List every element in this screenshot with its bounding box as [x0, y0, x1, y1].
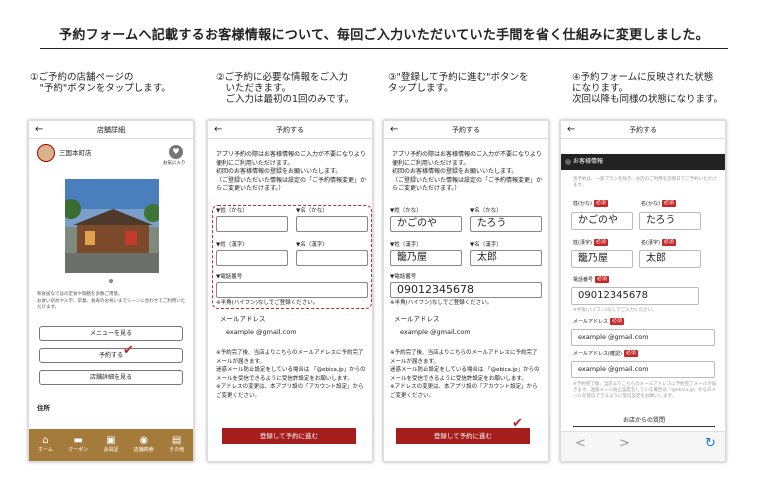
phone-input[interactable]: 09012345678: [390, 282, 542, 298]
sei-kanji-label: ▼姓（漢字）: [390, 242, 422, 248]
mei-kanji-label: ▼名（漢字）: [470, 242, 502, 248]
sei-kana-label: ▼姓（かな）: [216, 208, 248, 214]
reserve-header: ← 予約する: [208, 121, 372, 139]
phone-reflected-form: ← 予約する お客様情報 皆予約は、一部プランを除き、お店のご利用を説明日でご予…: [560, 120, 726, 462]
info-dot-icon: [565, 159, 571, 165]
sei-kanji-input[interactable]: 籠乃屋: [571, 250, 633, 268]
phone-label: 電話番号 必須: [573, 276, 610, 283]
step-2-caption: ②ご予約に必要な情報をご入力 いただきます。 ご入力は最初の1回のみです。: [216, 72, 355, 105]
step-1-caption: ①ご予約の店舗ページの "予約"ボタンをタップします。: [30, 72, 171, 94]
sei-kana-input[interactable]: かごのや: [390, 216, 462, 232]
mei-kana-input[interactable]: たろう: [470, 216, 542, 232]
register-submit-button[interactable]: 登録して予約に進む: [396, 428, 530, 444]
title-divider: [40, 48, 728, 49]
browser-back-icon[interactable]: <: [575, 436, 586, 451]
phone-note: ※半角(ハイフン)なしでご登録ください。: [390, 300, 493, 306]
email-notes: ※予約完了後、当店よりこちらのメールアドレスに予約完了メールが届きます。 迷惑メ…: [390, 350, 540, 399]
form-intro: アプリ予約の際はお客様情報のご入力が不要になりより便利にご利用いただけます。 初…: [216, 151, 367, 192]
email-confirm-label: メールアドレス(確認) 必須: [573, 350, 638, 357]
book-icon: ▤: [171, 435, 182, 446]
reload-icon[interactable]: ↻: [705, 436, 716, 451]
browser-forward-icon[interactable]: >: [619, 436, 630, 451]
store-info-button[interactable]: 店舗詳細を見る: [39, 370, 183, 385]
store-description: 和食居なではの定食や御膳を多数ご用意。 お食い初めや入学、卒業、長寿のお祝いまで…: [37, 292, 186, 310]
checkmark-icon: ✔: [512, 416, 523, 431]
register-submit-button[interactable]: 登録して予約に進む: [222, 428, 356, 444]
email-value: example @gmail.com: [226, 328, 297, 336]
email-confirm-input[interactable]: example @gmail.com: [571, 361, 715, 378]
phone-store-detail: ← 店舗詳細 三国本町店 ♥ お気に入り 和食居なではの定食や御膳を多数ご用意。…: [28, 120, 194, 462]
back-arrow-icon[interactable]: ←: [35, 121, 43, 139]
form-intro: アプリ予約の際はお客様情報のご入力が不要になりより便利にご利用いただけます。 初…: [392, 151, 543, 192]
mei-kanji-input[interactable]: 太郎: [639, 250, 701, 268]
sei-kana-input[interactable]: かごのや: [571, 212, 633, 230]
checkmark-icon: ✔: [123, 343, 134, 358]
sei-kana-label: 姓(かな) 必須: [573, 200, 608, 207]
mei-kana-label: 名(かな) 必須: [641, 200, 676, 207]
phone-label: ▼電話番号: [216, 274, 243, 280]
store-name: 三国本町店: [59, 149, 92, 157]
phone-label: ▼電話番号: [390, 274, 417, 280]
sei-kana-input[interactable]: [216, 216, 288, 232]
phone-note: ※半角(ハイフン)なしでご登録ください。: [216, 300, 319, 306]
reserve-button[interactable]: 予約する: [39, 348, 183, 363]
sei-kana-label: ▼姓（かな）: [390, 208, 422, 214]
reserve-header: ← 予約する: [384, 121, 548, 139]
phone-input[interactable]: [216, 282, 368, 298]
nav-member-card[interactable]: ▣ 会員証: [95, 429, 128, 461]
mei-kana-input[interactable]: [296, 216, 368, 232]
email-notes: ※予約完了後、当店よりこちらのメールアドレスに予約完了メールが届きます。 迷惑メ…: [216, 350, 366, 399]
mei-kanji-input[interactable]: [296, 250, 368, 266]
menu-button[interactable]: メニューを見る: [39, 326, 183, 341]
store-detail-header: ← 店舗詳細: [29, 121, 193, 139]
bottom-nav: ⌂ ホーム ▬ クーポン ▣ 会員証 ◉ 店舗検索 ▤ その他: [29, 429, 193, 461]
nav-home[interactable]: ⌂ ホーム: [29, 429, 62, 461]
email-label: メールアドレス 必須: [573, 318, 625, 325]
mei-kanji-label: 名(漢字) 必須: [641, 239, 676, 246]
mei-kana-input[interactable]: たろう: [639, 212, 701, 230]
step-3-caption: ③"登録して予約に進む"ボタンを タップします。: [388, 72, 529, 94]
email-input[interactable]: example @gmail.com: [571, 329, 715, 346]
sei-kanji-input[interactable]: 籠乃屋: [390, 250, 462, 266]
home-icon: ⌂: [42, 435, 49, 446]
page-title: 予約フォームへ記載するお客様情報について、毎回ご入力いただいていた手間を省く仕組…: [59, 28, 709, 43]
back-arrow-icon[interactable]: ←: [390, 121, 398, 139]
card-icon: ▣: [106, 435, 116, 446]
phone-filled-form: ← 予約する アプリ予約の際はお客様情報のご入力が不要になりより便利にご利用いた…: [383, 120, 549, 462]
store-logo-icon: [37, 144, 55, 162]
email-label: メールアドレス: [220, 315, 266, 323]
phone-note: ※半角(ハイフン)なしでご入力ください。: [573, 308, 657, 313]
mei-kana-label: ▼名（かな）: [470, 208, 502, 214]
question-divider: [573, 426, 715, 427]
favorite-heart-icon[interactable]: ♥: [169, 145, 183, 159]
carousel-dot[interactable]: [109, 279, 113, 283]
phone-register-form: ← 予約する アプリ予約の際はお客様情報のご入力が不要になりより便利にご利用いた…: [207, 120, 373, 462]
address-section-label: 住所: [37, 404, 50, 412]
back-arrow-icon[interactable]: ←: [214, 121, 222, 139]
customer-info-banner: お客様情報: [561, 154, 725, 170]
nav-coupon[interactable]: ▬ クーポン: [62, 429, 95, 461]
reserve-header: ← 予約する: [561, 121, 725, 139]
shop-question-heading: お店からの質問: [622, 417, 665, 424]
email-notes: ※予約完了後、当店よりこちらのメールアドレスに予約完了メールが届きます。迷惑メー…: [573, 382, 717, 399]
mei-kanji-label: ▼名（漢字）: [296, 242, 328, 248]
mei-kanji-input[interactable]: 太郎: [470, 250, 542, 266]
sei-kanji-label: ▼姓（漢字）: [216, 242, 248, 248]
coupon-icon: ▬: [73, 435, 83, 446]
nav-store-search[interactable]: ◉ 店舗検索: [127, 429, 160, 461]
step-4-caption: ④予約フォームに反映された状態 になります。 次回以降も同様の状態になります。: [572, 72, 724, 105]
sei-kanji-label: 姓(漢字) 必須: [573, 239, 608, 246]
store-photo: [65, 179, 159, 273]
nav-other[interactable]: ▤ その他: [160, 429, 193, 461]
map-pin-icon: ◉: [139, 435, 149, 446]
email-value: example @gmail.com: [400, 328, 471, 336]
mei-kana-label: ▼名（かな）: [296, 208, 328, 214]
form-intro: 皆予約は、一部プランを除き、お店のご利用を説明日でご予約いただけます。: [573, 177, 717, 188]
phone-input[interactable]: 09012345678: [571, 287, 699, 305]
email-label: メールアドレス: [394, 315, 440, 323]
sei-kanji-input[interactable]: [216, 250, 288, 266]
back-arrow-icon[interactable]: ←: [567, 121, 575, 139]
favorite-label: お気に入り: [163, 161, 186, 166]
